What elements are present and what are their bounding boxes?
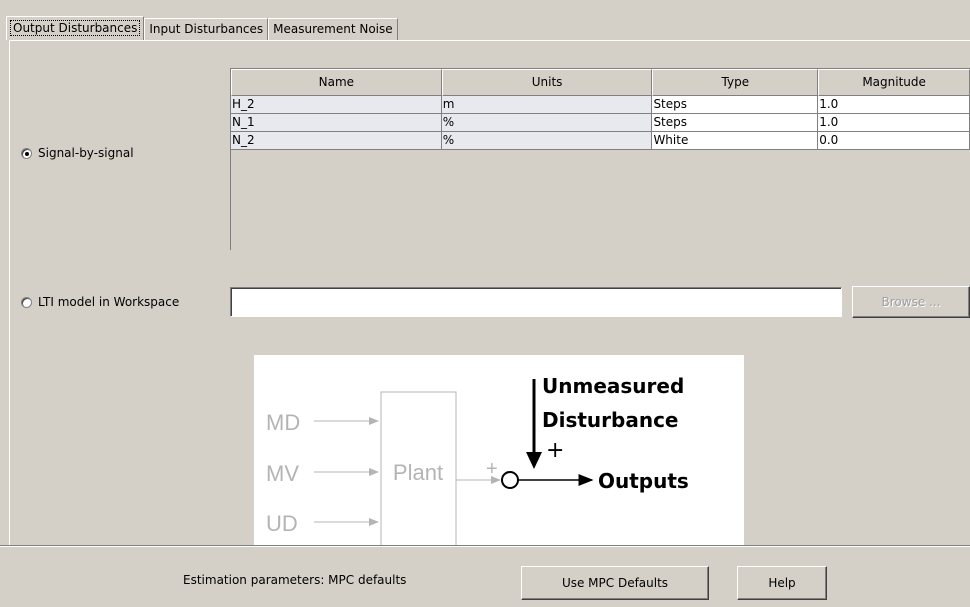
tab-label: Input Disturbances: [149, 22, 264, 36]
table-row: N_1 % Steps 1.0: [231, 114, 970, 132]
estimation-parameters-label: Estimation parameters: MPC defaults: [183, 573, 407, 587]
table-row: N_2 % White 0.0: [231, 132, 970, 150]
input-label-md: MD: [266, 410, 300, 435]
signal-by-signal-label: Signal-by-signal: [38, 146, 134, 160]
disturbance-arrowhead: [526, 452, 542, 469]
workspace-variable-input[interactable]: [230, 287, 842, 317]
sum-plus-left: +: [486, 458, 498, 480]
disturbance-diagram: MD MV UD Plant + + Unmeasured Disturbanc…: [254, 355, 744, 553]
cell-type[interactable]: Steps: [652, 96, 819, 114]
footer-bar: Estimation parameters: MPC defaults Use …: [0, 545, 970, 607]
input-label-ud: UD: [266, 511, 298, 536]
help-button[interactable]: Help: [737, 566, 827, 600]
browse-button[interactable]: Browse ...: [852, 286, 970, 318]
table-row: H_2 m Steps 1.0: [231, 96, 970, 114]
tab-label: Measurement Noise: [273, 22, 393, 36]
summing-junction: [501, 471, 519, 489]
column-header-magnitude[interactable]: Magnitude: [818, 69, 970, 96]
tab-label: Output Disturbances: [9, 20, 141, 36]
sum-plus-top: +: [546, 438, 564, 463]
cell-name: N_1: [231, 114, 442, 132]
diagram-canvas: MD MV UD Plant + + Unmeasured Disturbanc…: [266, 374, 689, 553]
cell-units: m: [441, 96, 653, 114]
table-header: Name Units Type Magnitude: [231, 69, 970, 96]
tab-input-disturbances[interactable]: Input Disturbances: [144, 18, 269, 40]
lti-model-label: LTI model in Workspace: [38, 295, 180, 309]
cell-type[interactable]: White: [652, 132, 819, 150]
cell-magnitude[interactable]: 1.0: [818, 96, 970, 114]
lti-model-option[interactable]: LTI model in Workspace: [21, 295, 179, 309]
plant-label: Plant: [393, 460, 443, 485]
input-label-mv: MV: [266, 461, 299, 486]
cell-type[interactable]: Steps: [652, 114, 819, 132]
cell-units: %: [441, 114, 653, 132]
tab-output-disturbances[interactable]: Output Disturbances: [6, 16, 145, 40]
tab-strip: Output Disturbances Input Disturbances M…: [6, 16, 398, 40]
signal-by-signal-option[interactable]: Signal-by-signal: [21, 146, 134, 160]
column-header-units[interactable]: Units: [441, 69, 653, 96]
lti-model-radio[interactable]: [21, 296, 32, 308]
cell-name: N_2: [231, 132, 442, 150]
unmeasured-label: Unmeasured: [542, 374, 684, 398]
disturbance-table: Name Units Type Magnitude H_2 m Steps 1.…: [230, 68, 970, 250]
disturbance-label: Disturbance: [542, 408, 679, 432]
outputs-label: Outputs: [598, 469, 689, 493]
column-header-type[interactable]: Type: [652, 69, 819, 96]
tab-measurement-noise[interactable]: Measurement Noise: [268, 18, 398, 40]
cell-magnitude[interactable]: 0.0: [818, 132, 970, 150]
column-header-name[interactable]: Name: [231, 69, 442, 96]
cell-name: H_2: [231, 96, 442, 114]
cell-magnitude[interactable]: 1.0: [818, 114, 970, 132]
use-mpc-defaults-button[interactable]: Use MPC Defaults: [521, 566, 709, 600]
signal-by-signal-radio[interactable]: [21, 147, 32, 159]
cell-units: %: [441, 132, 653, 150]
